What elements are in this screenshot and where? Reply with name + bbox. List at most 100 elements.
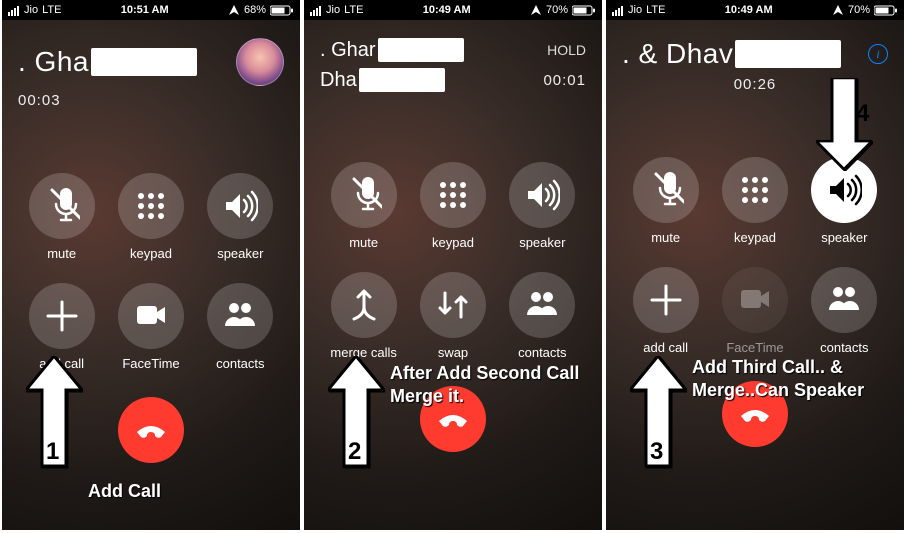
contacts-button[interactable] [207, 283, 273, 349]
location-icon [530, 4, 542, 16]
add-call-label: add call [643, 340, 688, 355]
status-time: 10:49 AM [423, 4, 471, 16]
keypad-icon [737, 172, 773, 208]
contacts-icon [524, 287, 560, 323]
add-call-button[interactable] [633, 267, 699, 333]
held-caller-name: . Ghar [320, 39, 376, 62]
add-call-button[interactable] [29, 283, 95, 349]
keypad-label: keypad [130, 246, 172, 261]
contacts-icon [222, 298, 258, 334]
annotation-caption: Add Third Call.. & Merge..Can Speaker [692, 356, 892, 403]
contacts-label: contacts [820, 340, 868, 355]
keypad-label: keypad [432, 235, 474, 250]
status-bar: Jio LTE 10:49 AM 70% [304, 0, 602, 20]
location-icon [228, 4, 240, 16]
keypad-button[interactable] [420, 162, 486, 228]
speaker-label: speaker [821, 230, 867, 245]
speaker-label: speaker [217, 246, 263, 261]
keypad-button[interactable] [118, 173, 184, 239]
battery-percent: 70% [546, 4, 568, 16]
contacts-label: contacts [216, 356, 264, 371]
redaction-box [378, 38, 464, 62]
signal-icon [8, 4, 20, 16]
call-timer: 00:03 [18, 92, 284, 109]
mute-icon [648, 172, 684, 208]
redaction-box [735, 40, 841, 68]
battery-percent: 68% [244, 4, 266, 16]
caller-name: . Gha [18, 46, 89, 78]
redaction-box [359, 68, 445, 92]
contacts-button[interactable] [509, 272, 575, 338]
status-bar: Jio LTE 10:51 AM 68% [2, 0, 300, 20]
end-call-button[interactable] [118, 397, 184, 463]
step-number: 2 [348, 438, 361, 466]
mute-label: mute [651, 230, 680, 245]
call-screen-3: Jio LTE 10:49 AM 70% . & Dhav i 00:26 mu… [606, 0, 904, 530]
contacts-label: contacts [518, 345, 566, 360]
speaker-icon [826, 172, 862, 208]
speaker-icon [222, 188, 258, 224]
call-screen-1: Jio LTE 10:51 AM 68% . Gha 00:03 mute ke… [2, 0, 300, 530]
swap-button[interactable] [420, 272, 486, 338]
network-label: LTE [344, 4, 363, 16]
mute-label: mute [349, 235, 378, 250]
redaction-box [91, 48, 197, 76]
merge-icon [346, 287, 382, 323]
mute-icon [44, 188, 80, 224]
swap-label: swap [438, 345, 468, 360]
plus-icon [44, 298, 80, 334]
speaker-label: speaker [519, 235, 565, 250]
conference-name: . & Dhav [622, 38, 733, 70]
contacts-icon [826, 282, 862, 318]
battery-icon [572, 4, 596, 17]
facetime-icon [133, 298, 169, 334]
location-icon [832, 4, 844, 16]
merge-calls-button[interactable] [331, 272, 397, 338]
mute-button[interactable] [633, 157, 699, 223]
carrier-label: Jio [628, 4, 642, 16]
facetime-button [722, 267, 788, 333]
mute-button[interactable] [29, 173, 95, 239]
network-label: LTE [646, 4, 665, 16]
signal-icon [612, 4, 624, 16]
battery-icon [270, 4, 294, 17]
status-time: 10:51 AM [121, 4, 169, 16]
info-button[interactable]: i [868, 44, 888, 64]
speaker-button[interactable] [207, 173, 273, 239]
hold-label: HOLD [547, 42, 586, 58]
battery-percent: 70% [848, 4, 870, 16]
status-bar: Jio LTE 10:49 AM 70% [606, 0, 904, 20]
keypad-button[interactable] [722, 157, 788, 223]
annotation-caption: After Add Second Call Merge it. [390, 362, 580, 409]
annotation-arrow-up [630, 356, 686, 496]
mute-label: mute [47, 246, 76, 261]
step-number: 1 [46, 438, 59, 466]
annotation-arrow-up [328, 356, 384, 496]
annotation-caption: Add Call [88, 480, 161, 503]
keypad-icon [133, 188, 169, 224]
step-number: 3 [650, 438, 663, 466]
mute-icon [346, 177, 382, 213]
step-number-4: 4 [856, 100, 869, 128]
end-call-icon [131, 410, 171, 450]
active-caller-name: Dha [320, 69, 357, 92]
speaker-button[interactable] [509, 162, 575, 228]
facetime-button[interactable] [118, 283, 184, 349]
contacts-button[interactable] [811, 267, 877, 333]
facetime-label: FaceTime [726, 340, 783, 355]
carrier-label: Jio [326, 4, 340, 16]
keypad-icon [435, 177, 471, 213]
keypad-label: keypad [734, 230, 776, 245]
network-label: LTE [42, 4, 61, 16]
annotation-arrow-up [26, 356, 82, 496]
mute-button[interactable] [331, 162, 397, 228]
plus-icon [648, 282, 684, 318]
contact-avatar[interactable] [236, 38, 284, 86]
swap-icon [435, 287, 471, 323]
speaker-icon [524, 177, 560, 213]
signal-icon [310, 4, 322, 16]
facetime-icon [737, 282, 773, 318]
call-timer: 00:01 [543, 72, 586, 89]
carrier-label: Jio [24, 4, 38, 16]
status-time: 10:49 AM [725, 4, 773, 16]
